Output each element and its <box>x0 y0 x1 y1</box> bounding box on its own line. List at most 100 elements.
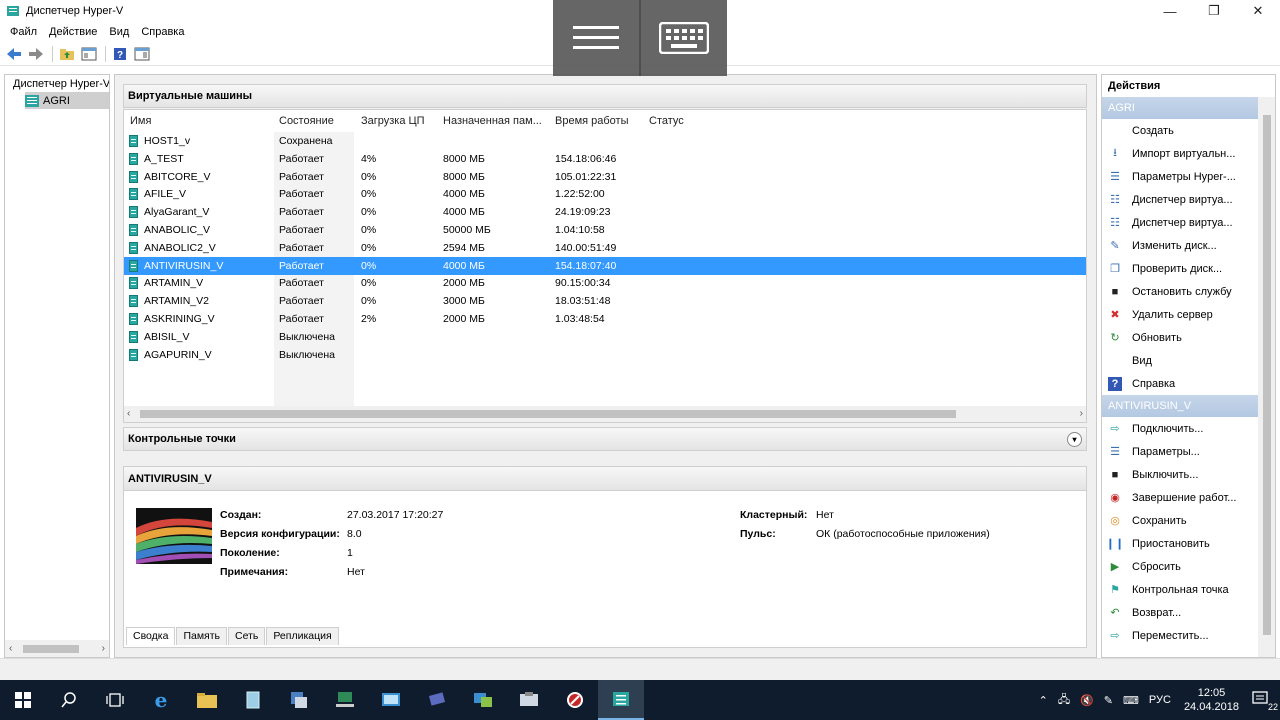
tree-item-hyperv-manager[interactable]: Диспетчер Hyper-V <box>5 75 109 92</box>
action-item[interactable]: ↻ Обновить <box>1102 326 1275 349</box>
scroll-right-icon[interactable]: › <box>1080 408 1083 419</box>
taskbar-network-monitor[interactable] <box>460 680 506 720</box>
menu-help[interactable]: Справка <box>135 26 190 38</box>
vm-row[interactable]: AlyaGarant_V Работает 0% 4000 МБ 24.19:09:23 <box>124 203 1086 221</box>
action-item[interactable]: ⇨ Подключить... <box>1102 417 1275 440</box>
vm-row[interactable]: ARTAMIN_V Работает 0% 2000 МБ 90.15:00:34 <box>124 274 1086 292</box>
vm-row[interactable]: ASKRINING_V Работает 2% 2000 МБ 1.03:48:54 <box>124 310 1086 328</box>
taskbar-rdp[interactable] <box>368 680 414 720</box>
taskbar-explorer[interactable] <box>184 680 230 720</box>
scroll-right-icon[interactable]: › <box>102 643 105 654</box>
action-item[interactable]: ☰ Параметры... <box>1102 440 1275 463</box>
vm-row[interactable]: A_TEST Работает 4% 8000 МБ 154.18:06:46 <box>124 150 1086 168</box>
section-vm-label: ANTIVIRUSIN_V <box>1108 400 1192 412</box>
maximize-button[interactable]: ❐ <box>1192 0 1236 22</box>
vm-row[interactable]: AFILE_V Работает 0% 4000 МБ 1.22:52:00 <box>124 185 1086 203</box>
show-hidden-icons[interactable]: ⌃ <box>1034 694 1053 707</box>
hamburger-menu-button[interactable] <box>553 0 639 76</box>
action-item[interactable]: ◎ Сохранить <box>1102 509 1275 532</box>
action-item[interactable]: ☰ Параметры Hyper-... <box>1102 165 1275 188</box>
back-button[interactable] <box>4 44 24 64</box>
action-item[interactable]: ? Справка <box>1102 372 1275 395</box>
taskbar-network[interactable] <box>322 680 368 720</box>
vm-row[interactable]: AGAPURIN_V Выключена <box>124 346 1086 364</box>
action-item[interactable]: ■ Выключить... <box>1102 463 1275 486</box>
taskbar-edge[interactable]: e <box>138 680 184 720</box>
keyboard-button[interactable] <box>641 0 727 76</box>
vm-row[interactable]: HOST1_v Сохранена <box>124 132 1086 150</box>
action-item[interactable]: ❙❙ Приостановить <box>1102 532 1275 555</box>
network-tray-icon[interactable]: 🖧 <box>1053 691 1075 710</box>
action-item[interactable]: ✖ Удалить сервер <box>1102 303 1275 326</box>
tab-memory[interactable]: Память <box>176 627 228 645</box>
help-button[interactable]: ? <box>110 44 130 64</box>
scroll-thumb[interactable] <box>140 410 956 418</box>
checkpoints-header[interactable]: Контрольные точки ▾ <box>123 427 1087 451</box>
up-folder-button[interactable] <box>57 44 77 64</box>
taskbar-server-manager[interactable] <box>276 680 322 720</box>
action-item[interactable]: ❐ Проверить диск... <box>1102 257 1275 280</box>
keyboard-tray-icon[interactable]: ⌨ <box>1118 694 1144 707</box>
menu-action[interactable]: Действие <box>43 26 103 38</box>
vm-thumbnail[interactable] <box>136 508 212 564</box>
vm-row[interactable]: ABITCORE_V Работает 0% 8000 МБ 105.01:22:31 <box>124 168 1086 186</box>
actions-section-server[interactable]: AGRI ▲ <box>1102 97 1275 119</box>
scroll-left-icon[interactable]: ‹ <box>9 643 12 654</box>
action-item[interactable]: ⇨ Переместить... <box>1102 624 1275 647</box>
actions-section-vm[interactable]: ANTIVIRUSIN_V ▲ <box>1102 395 1275 417</box>
vm-list-horizontal-scrollbar[interactable]: ‹ › <box>124 406 1086 422</box>
close-button[interactable]: ✕ <box>1236 0 1280 22</box>
vm-row[interactable]: ANABOLIC_V Работает 0% 50000 МБ 1.04:10:58 <box>124 221 1086 239</box>
vm-row[interactable]: ABISIL_V Выключена <box>124 328 1086 346</box>
menu-file[interactable]: Файл <box>4 26 43 38</box>
taskbar-notepad[interactable] <box>230 680 276 720</box>
action-item[interactable]: ⚑ Контрольная точка <box>1102 578 1275 601</box>
volume-muted-icon[interactable]: 🔇 <box>1075 694 1099 707</box>
action-item[interactable]: ▶ Сбросить <box>1102 555 1275 578</box>
vm-row[interactable]: ANABOLIC2_V Работает 0% 2594 МБ 140.00:51:49 <box>124 239 1086 257</box>
tree-item-agri[interactable]: AGRI <box>25 92 109 109</box>
scroll-thumb[interactable] <box>1263 115 1271 635</box>
language-indicator[interactable]: РУС <box>1144 694 1176 706</box>
tab-replication[interactable]: Репликация <box>266 627 339 645</box>
taskbar-network-share[interactable] <box>414 680 460 720</box>
col-state[interactable]: Состояние <box>279 110 334 132</box>
action-item[interactable]: ■ Остановить службу <box>1102 280 1275 303</box>
action-item[interactable]: ⭳ Импорт виртуальн... <box>1102 142 1275 165</box>
action-item[interactable]: ✎ Изменить диск... <box>1102 234 1275 257</box>
show-action-pane-button[interactable] <box>132 44 152 64</box>
minimize-button[interactable]: — <box>1148 0 1192 22</box>
actions-vertical-scrollbar[interactable] <box>1258 97 1275 657</box>
show-hide-tree-button[interactable] <box>79 44 99 64</box>
start-button[interactable] <box>0 680 46 720</box>
search-button[interactable] <box>46 680 92 720</box>
action-item[interactable]: Вид▶ <box>1102 349 1275 372</box>
menu-view[interactable]: Вид <box>103 26 135 38</box>
col-memory[interactable]: Назначенная пам... <box>443 110 542 132</box>
taskbar-vmconnect[interactable] <box>506 680 552 720</box>
action-item[interactable]: ◉ Завершение работ... <box>1102 486 1275 509</box>
pen-tray-icon[interactable]: ✎ <box>1099 694 1118 707</box>
scroll-left-icon[interactable]: ‹ <box>127 408 130 419</box>
action-item[interactable]: Создать▶ <box>1102 119 1275 142</box>
forward-button[interactable] <box>26 44 46 64</box>
task-view-button[interactable] <box>92 680 138 720</box>
taskbar-hyperv-manager[interactable] <box>598 680 644 720</box>
taskbar-stop-app[interactable] <box>552 680 598 720</box>
tab-network[interactable]: Сеть <box>228 627 266 645</box>
col-uptime[interactable]: Время работы <box>555 110 629 132</box>
expand-checkpoints-icon[interactable]: ▾ <box>1067 432 1082 447</box>
notifications-button[interactable]: 22 <box>1247 690 1280 712</box>
vm-row[interactable]: ANTIVIRUSIN_V Работает 0% 4000 МБ 154.18:07:… <box>124 256 1086 275</box>
tree-horizontal-scrollbar[interactable]: ‹ › <box>5 640 109 657</box>
action-item[interactable]: ☷ Диспетчер виртуа... <box>1102 188 1275 211</box>
col-cpu[interactable]: Загрузка ЦП <box>361 110 425 132</box>
tab-summary[interactable]: Сводка <box>126 627 176 645</box>
clock[interactable]: 12:05 24.04.2018 <box>1176 686 1247 714</box>
action-item[interactable]: ↶ Возврат... <box>1102 601 1275 624</box>
col-name[interactable]: Имя <box>130 110 151 132</box>
action-item[interactable]: ☷ Диспетчер виртуа... <box>1102 211 1275 234</box>
col-status[interactable]: Статус <box>649 110 684 132</box>
vm-row[interactable]: ARTAMIN_V2 Работает 0% 3000 МБ 18.03:51:48 <box>124 292 1086 310</box>
scroll-thumb[interactable] <box>23 645 79 653</box>
